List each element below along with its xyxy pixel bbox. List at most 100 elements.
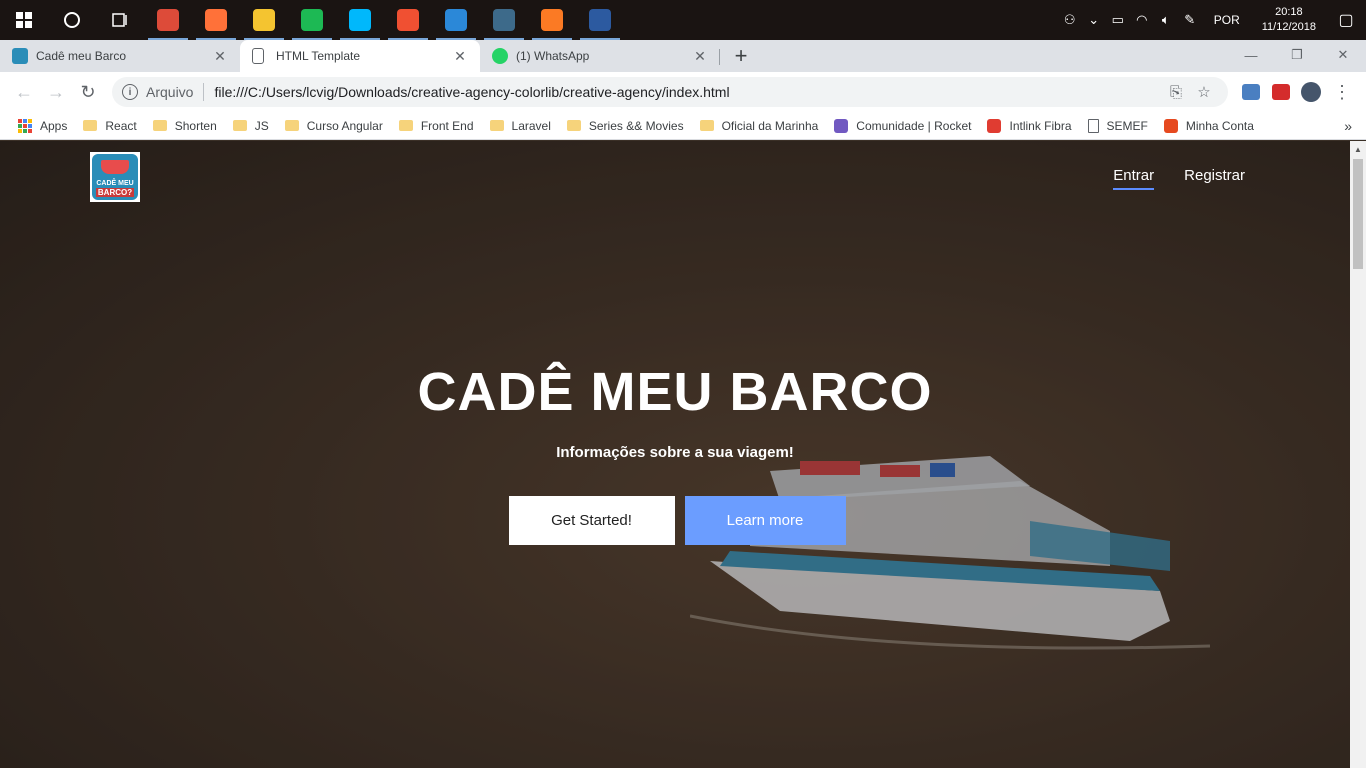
new-tab-button[interactable]: + — [726, 40, 756, 72]
chrome-icon — [157, 9, 179, 31]
vertical-scrollbar[interactable]: ▲ — [1350, 141, 1366, 768]
bookmark-item[interactable]: Minha Conta — [1156, 112, 1262, 140]
folder-icon — [699, 120, 714, 131]
tab-whatsapp[interactable]: (1) WhatsApp ✕ — [480, 40, 720, 72]
restore-icon[interactable]: ❐ — [1274, 40, 1320, 70]
nav-login-link[interactable]: Entrar — [1113, 167, 1155, 190]
bookmark-item[interactable]: JS — [225, 112, 277, 140]
chevron-right-icon[interactable]: » — [1344, 118, 1356, 134]
logitech-icon — [349, 9, 371, 31]
bookmark-item[interactable]: Shorten — [145, 112, 225, 140]
menu-dots-icon[interactable]: ⋮ — [1326, 76, 1358, 108]
taskbar-app-git[interactable] — [384, 0, 432, 40]
learn-more-button[interactable]: Learn more — [684, 496, 846, 545]
scrollbar-thumb[interactable] — [1353, 159, 1363, 269]
bookmark-label: Minha Conta — [1185, 118, 1254, 133]
close-icon[interactable]: ✕ — [452, 48, 468, 65]
bookmark-label: React — [105, 118, 137, 133]
close-icon[interactable]: ✕ — [212, 48, 228, 65]
folder-icon — [489, 120, 504, 131]
hero-title: CADÊ MEU BARCO — [417, 362, 933, 422]
action-center-icon[interactable]: ▢ — [1326, 10, 1366, 30]
nav-register-link[interactable]: Registrar — [1184, 167, 1245, 190]
bookmark-item[interactable]: Series && Movies — [559, 112, 692, 140]
bookmark-item[interactable]: Oficial da Marinha — [692, 112, 827, 140]
taskbar-app-file-explorer[interactable] — [240, 0, 288, 40]
clock-time: 20:18 — [1275, 6, 1303, 18]
taskbar-app-vscode[interactable] — [432, 0, 480, 40]
system-tray: ⚇ ⌄ ▭ ◠ 🔈︎ ✎ POR 20:18 11/12/2018 ▢ — [1058, 0, 1366, 40]
scroll-up-icon[interactable]: ▲ — [1350, 141, 1366, 157]
extension-printer-icon[interactable] — [1236, 77, 1266, 107]
wifi-icon[interactable]: ◠ — [1130, 0, 1154, 40]
task-view-button[interactable] — [96, 0, 144, 40]
taskbar-app-logitech[interactable] — [336, 0, 384, 40]
site-nav: Entrar Registrar — [1113, 167, 1245, 190]
cortana-search-button[interactable] — [48, 0, 96, 40]
bookmark-item[interactable]: SEMEF — [1080, 112, 1156, 140]
address-bar[interactable]: i Arquivo file:///C:/Users/lcvig/Downloa… — [112, 77, 1228, 107]
logo-badge: CADÊ MEU BARCO? — [92, 154, 138, 200]
forward-arrow-icon[interactable]: → — [40, 76, 72, 108]
vscode-icon — [445, 9, 467, 31]
close-window-icon[interactable]: ✕ — [1320, 40, 1366, 70]
extension-cors-icon[interactable] — [1266, 77, 1296, 107]
taskbar-app-spotify[interactable] — [288, 0, 336, 40]
taskbar-app-mysql-workbench[interactable] — [480, 0, 528, 40]
tab-cade-meu-barco[interactable]: Cadê meu Barco ✕ — [0, 40, 240, 72]
translate-icon[interactable]: ⎘ — [1162, 84, 1190, 101]
back-arrow-icon[interactable]: ← — [8, 76, 40, 108]
xampp-icon — [541, 9, 563, 31]
folder-icon — [83, 120, 98, 131]
windows-taskbar: ⚇ ⌄ ▭ ◠ 🔈︎ ✎ POR 20:18 11/12/2018 ▢ — [0, 0, 1366, 40]
bookmark-item[interactable]: React — [75, 112, 144, 140]
url-text[interactable]: file:///C:/Users/lcvig/Downloads/creativ… — [214, 84, 1162, 100]
taskbar-app-powershell[interactable] — [576, 0, 624, 40]
apps-grid-icon — [18, 118, 32, 133]
bookmark-item[interactable]: Front End — [391, 112, 482, 140]
chevron-up-icon[interactable]: ⌄ — [1082, 0, 1106, 40]
start-button[interactable] — [0, 0, 48, 40]
volume-icon[interactable]: 🔈︎ — [1154, 0, 1178, 40]
people-icon[interactable]: ⚇ — [1058, 0, 1082, 40]
logo-text-top: CADÊ MEU — [96, 180, 134, 187]
folder-icon — [284, 120, 299, 131]
tab-title: HTML Template — [276, 49, 361, 63]
whatsapp-icon — [492, 48, 508, 64]
bookmark-item[interactable]: Comunidade | Rocket — [826, 112, 979, 140]
clock-date: 11/12/2018 — [1261, 21, 1316, 33]
minimize-icon[interactable]: — — [1228, 40, 1274, 70]
bookmark-label: Curso Angular — [306, 118, 383, 133]
bookmark-item[interactable]: Intlink Fibra — [979, 112, 1079, 140]
site-logo[interactable]: CADÊ MEU BARCO? — [90, 152, 140, 202]
bookmark-item[interactable]: Curso Angular — [277, 112, 391, 140]
get-started-button[interactable]: Get Started! — [508, 496, 675, 545]
boat-favicon-icon — [12, 48, 28, 64]
tab-title: (1) WhatsApp — [516, 49, 590, 63]
spotify-icon — [301, 9, 323, 31]
page-icon — [252, 48, 264, 64]
clock[interactable]: 20:18 11/12/2018 — [1252, 5, 1326, 35]
windows-logo-icon — [16, 12, 32, 28]
battery-icon[interactable]: ▭ — [1106, 0, 1130, 40]
taskbar-app-firefox[interactable] — [192, 0, 240, 40]
hero-buttons: Get Started! Learn more — [0, 496, 1350, 545]
site-favicon-icon — [834, 118, 849, 133]
page-icon — [1087, 118, 1099, 133]
site-favicon-icon — [1163, 118, 1178, 133]
window-controls: — ❐ ✕ — [1228, 40, 1366, 72]
bookmark-item[interactable]: Apps — [10, 112, 75, 140]
tab-html-template[interactable]: HTML Template ✕ — [240, 40, 480, 72]
taskbar-app-chrome[interactable] — [144, 0, 192, 40]
logo-boat-icon — [101, 160, 129, 174]
star-icon[interactable]: ☆ — [1190, 83, 1218, 101]
pen-icon[interactable]: ✎ — [1178, 0, 1202, 40]
reload-icon[interactable]: ↻ — [72, 76, 104, 108]
close-icon[interactable]: ✕ — [692, 48, 708, 65]
profile-avatar[interactable] — [1296, 77, 1326, 107]
input-language[interactable]: POR — [1202, 13, 1252, 27]
file-explorer-icon — [253, 9, 275, 31]
info-icon[interactable]: i — [122, 84, 138, 100]
taskbar-app-xampp[interactable] — [528, 0, 576, 40]
bookmark-item[interactable]: Laravel — [482, 112, 559, 140]
